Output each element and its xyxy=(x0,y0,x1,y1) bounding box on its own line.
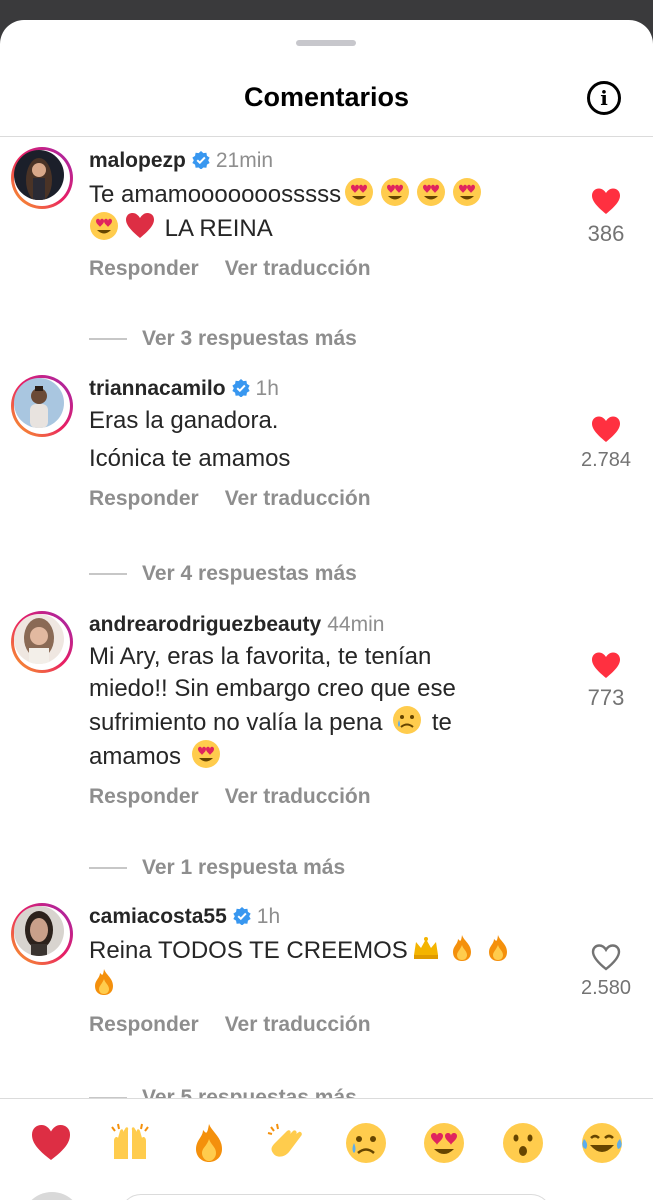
like-count: 773 xyxy=(587,685,625,710)
like-button[interactable]: 2.580 xyxy=(576,943,636,1000)
comment-text: Reina TODOS TE CREEMOS xyxy=(89,933,549,1001)
username[interactable]: malopezp xyxy=(89,149,186,172)
username[interactable]: camiacosta55 xyxy=(89,905,227,928)
comment-input[interactable] xyxy=(120,1194,552,1200)
comment-text-line: miedo!! Sin embargo creo que ese xyxy=(89,675,456,702)
view-replies-button[interactable]: Ver 1 respuesta más xyxy=(89,856,345,880)
translate-button[interactable]: Ver traducción xyxy=(225,257,371,280)
heart-eyes-face-reaction-icon[interactable] xyxy=(422,1121,466,1165)
view-replies-label: Ver 4 respuestas más xyxy=(142,562,357,585)
reply-button[interactable]: Responder xyxy=(89,257,199,280)
comment-text-line: Icónica te amamos xyxy=(89,445,291,472)
avatar[interactable] xyxy=(11,147,73,209)
view-replies-button[interactable]: Ver 4 respuestas más xyxy=(89,562,357,586)
heart-eyes-emoji-icon xyxy=(380,177,410,207)
heart-filled-icon xyxy=(592,416,620,442)
clapping-hands-reaction-icon[interactable] xyxy=(265,1121,309,1165)
like-count: 2.580 xyxy=(580,977,632,999)
comment-text-line: Te amamooooooosssss xyxy=(89,181,342,208)
username[interactable]: andrearodriguezbeauty xyxy=(89,613,321,636)
comment-text-line: Eras la ganadora. xyxy=(89,407,279,434)
reply-button[interactable]: Responder xyxy=(89,785,199,808)
info-button[interactable]: i xyxy=(587,81,621,115)
view-replies-button[interactable]: Ver 3 respuestas más xyxy=(89,327,357,351)
comment-time: 21min xyxy=(215,149,274,172)
verified-badge-icon xyxy=(192,151,210,169)
view-replies-label: Ver 3 respuestas más xyxy=(142,327,357,350)
comment-text-line: Mi Ary, eras la favorita, te tenían xyxy=(89,643,432,670)
like-count: 386 xyxy=(587,221,625,246)
crying-face-reaction-icon[interactable] xyxy=(344,1121,388,1165)
red-heart-emoji-icon xyxy=(125,211,155,241)
comment-text: Te amamooooooosssss LA REINA xyxy=(89,177,549,245)
heart-eyes-emoji-icon xyxy=(344,177,374,207)
page-title: Comentarios xyxy=(243,82,410,112)
avatar[interactable] xyxy=(11,611,73,673)
heart-filled-icon xyxy=(592,188,620,214)
tears-of-joy-face-reaction-icon[interactable] xyxy=(580,1121,624,1165)
like-count: 2.784 xyxy=(580,449,632,471)
comment-time: 1h xyxy=(255,377,279,400)
sheet-grabber[interactable] xyxy=(296,40,356,46)
replies-line xyxy=(89,338,127,341)
heart-filled-icon xyxy=(592,652,620,678)
header-divider xyxy=(0,136,653,137)
heart-eyes-emoji-icon xyxy=(416,177,446,207)
view-replies-label: Ver 1 respuesta más xyxy=(142,856,346,879)
username[interactable]: triannacamilo xyxy=(89,377,226,400)
reply-button[interactable]: Responder xyxy=(89,1013,199,1036)
comments-sheet: Comentarios i malopezp 21min Te amamooooo… xyxy=(0,20,653,1200)
like-button[interactable]: 773 xyxy=(576,651,636,711)
comment-time: 1h xyxy=(256,905,281,928)
comment-text-line: Reina TODOS TE CREEMOS xyxy=(89,937,408,964)
comment-text-line: LA REINA xyxy=(164,215,273,242)
fire-emoji-icon xyxy=(89,967,119,997)
comment-text-line: sufrimiento no valía la pena xyxy=(89,709,383,736)
comment-text: Eras la ganadora. Icónica te amamos xyxy=(89,405,549,475)
heart-eyes-emoji-icon xyxy=(89,211,119,241)
translate-button[interactable]: Ver traducción xyxy=(225,785,371,808)
translate-button[interactable]: Ver traducción xyxy=(225,487,371,510)
info-icon: i xyxy=(600,86,608,110)
comment-text: Mi Ary, eras la favorita, te tenían mied… xyxy=(89,641,549,773)
surprised-face-reaction-icon[interactable] xyxy=(501,1121,545,1165)
crown-emoji-icon xyxy=(411,933,441,963)
fire-emoji-icon xyxy=(447,933,477,963)
fire-reaction-icon[interactable] xyxy=(187,1121,231,1165)
fire-emoji-icon xyxy=(483,933,513,963)
heart-outline-icon xyxy=(591,944,621,971)
raising-hands-reaction-icon[interactable] xyxy=(108,1121,152,1165)
verified-badge-icon xyxy=(233,907,251,925)
red-heart-reaction-icon[interactable] xyxy=(29,1121,73,1165)
replies-line xyxy=(89,573,127,576)
replies-line xyxy=(89,867,127,870)
comment-text-line: amamos xyxy=(89,743,182,770)
translate-button[interactable]: Ver traducción xyxy=(225,1013,371,1036)
heart-eyes-emoji-icon xyxy=(191,739,221,769)
like-button[interactable]: 386 xyxy=(576,187,636,247)
reply-button[interactable]: Responder xyxy=(89,487,199,510)
verified-badge-icon xyxy=(231,379,250,397)
comment-text-line: te xyxy=(431,709,452,736)
crying-face-emoji-icon xyxy=(392,705,422,735)
reaction-bar xyxy=(0,1098,653,1200)
like-button[interactable]: 2.784 xyxy=(576,415,636,472)
comment-time: 44min xyxy=(327,613,385,636)
avatar[interactable] xyxy=(11,903,73,965)
heart-eyes-emoji-icon xyxy=(452,177,482,207)
avatar[interactable] xyxy=(11,375,73,437)
current-user-avatar xyxy=(22,1192,82,1200)
